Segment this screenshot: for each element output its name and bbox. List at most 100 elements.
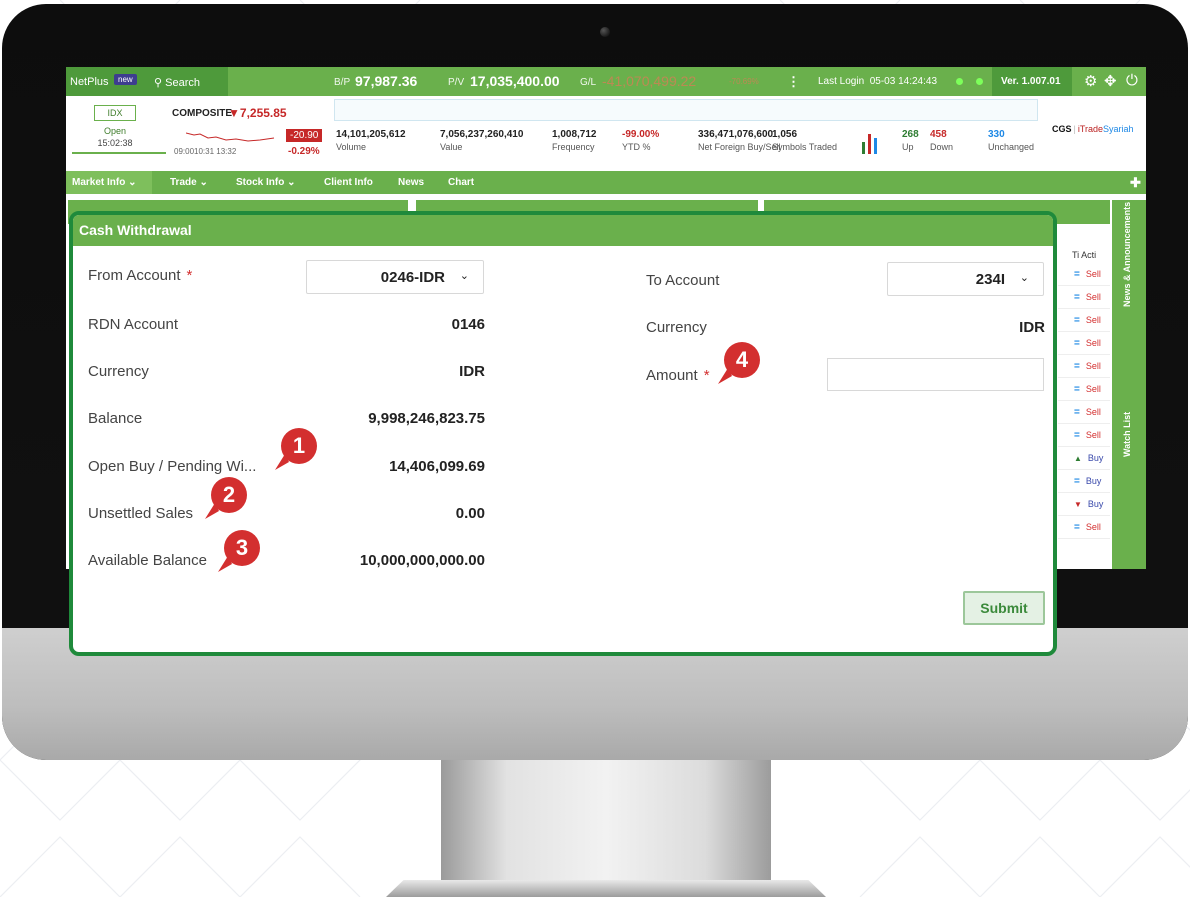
- stat-value-label: Value: [440, 142, 463, 152]
- bg-table-row[interactable]: ▼ Buy: [1058, 493, 1110, 516]
- from-account-select[interactable]: 0246-IDR ⌄: [306, 260, 484, 294]
- rdn-account-value: 0146: [451, 316, 485, 333]
- stat-net-foreign-label: Net Foreign Buy/Sell: [698, 142, 781, 152]
- top-bar: NetPlus new ⚲ Search B/P 97,987.36 P/V 1…: [66, 67, 1146, 96]
- gain-loss-value: -41,070,499.22: [602, 73, 697, 89]
- cash-withdrawal-dialog: Cash Withdrawal From Account * 0246-IDR ⌄…: [69, 211, 1057, 656]
- to-account-select[interactable]: 234I ⌄: [887, 262, 1044, 296]
- stat-symbols-label: Symbols Traded: [772, 142, 838, 152]
- power-icon[interactable]: ⏻: [1126, 72, 1138, 89]
- monitor-base: [386, 880, 826, 897]
- trend-icon: ▲: [1074, 454, 1082, 463]
- nav-trade[interactable]: Trade ⌄: [170, 177, 208, 188]
- add-icon[interactable]: ✚: [1130, 175, 1141, 191]
- trend-icon: ▼: [1074, 500, 1082, 509]
- bg-table-row[interactable]: = Sell: [1058, 401, 1110, 424]
- from-account-label-text: From Account: [88, 267, 181, 284]
- trend-icon: =: [1074, 292, 1080, 303]
- app-brand[interactable]: NetPlus: [70, 76, 109, 88]
- amount-input[interactable]: [827, 358, 1044, 391]
- submit-button[interactable]: Submit: [963, 591, 1045, 625]
- bg-table-row[interactable]: = Sell: [1058, 378, 1110, 401]
- index-value-text: 7,255.85: [239, 106, 287, 120]
- nav-market-info[interactable]: Market Info ⌄: [72, 177, 137, 188]
- tab-watch-list[interactable]: Watch List: [1122, 412, 1132, 457]
- bg-table-row[interactable]: = Sell: [1058, 309, 1110, 332]
- action-label: Sell: [1085, 522, 1101, 532]
- unsettled-sales-value: 0.00: [455, 505, 485, 522]
- stat-frequency-label: Frequency: [552, 142, 595, 152]
- stat-volume-value: 14,101,205,612: [336, 129, 406, 140]
- rdn-account-label: RDN Account: [88, 316, 179, 333]
- bg-table-row[interactable]: = Sell: [1058, 355, 1110, 378]
- menu-dots-icon[interactable]: ⋮: [787, 74, 800, 90]
- bg-table-row[interactable]: = Sell: [1058, 424, 1110, 447]
- to-account-label: To Account: [646, 272, 720, 289]
- nav-label: Trade: [170, 177, 197, 188]
- bg-table-row[interactable]: = Sell: [1058, 263, 1110, 286]
- status-dot-icon: [956, 78, 963, 85]
- new-badge: new: [114, 74, 137, 85]
- market-info-bar: IDX Open 15:02:38 COMPOSITE ▼7,255.85 09…: [66, 96, 1146, 158]
- required-mark: *: [186, 267, 193, 284]
- trend-icon: =: [1074, 476, 1080, 487]
- action-label: Sell: [1085, 384, 1101, 394]
- index-change-percent: -0.29%: [288, 146, 320, 157]
- bg-table-row[interactable]: = Buy: [1058, 470, 1110, 493]
- bg-table-row[interactable]: = Sell: [1058, 516, 1110, 539]
- marker-number: 3: [224, 530, 260, 566]
- market-status: Open: [103, 126, 127, 136]
- index-change: -20.90: [286, 129, 323, 142]
- index-value: ▼7,255.85: [228, 106, 287, 120]
- action-label: Sell: [1085, 292, 1101, 302]
- currency-value: IDR: [459, 363, 485, 380]
- trend-icon: =: [1074, 407, 1080, 418]
- nav-stock-info[interactable]: Stock Info ⌄: [236, 177, 296, 188]
- buying-power-value: 97,987.36: [355, 73, 418, 89]
- breadth-unchanged-value: 330: [988, 129, 1005, 140]
- search-icon: ⚲: [154, 77, 163, 89]
- available-balance-label: Available Balance: [88, 552, 207, 569]
- index-code[interactable]: IDX: [94, 105, 136, 121]
- breadth-up-label: Up: [902, 142, 914, 152]
- unsettled-sales-label: Unsettled Sales: [88, 505, 194, 522]
- stat-ytd-value: -99.00%: [622, 129, 660, 140]
- to-currency-label: Currency: [646, 319, 707, 336]
- logo-itrade: iTrade: [1077, 124, 1104, 134]
- last-login-value: 05-03 14:24:43: [869, 76, 937, 87]
- chevron-down-icon: ⌄: [459, 270, 469, 282]
- nav-client-info[interactable]: Client Info: [324, 177, 373, 188]
- gain-loss-percent: -70.69%: [729, 77, 759, 86]
- annotation-marker-3: 3: [218, 530, 262, 572]
- camera-icon: [600, 27, 610, 37]
- bg-table-row[interactable]: = Sell: [1058, 286, 1110, 309]
- main-nav: Market Info ⌄ Trade ⌄ Stock Info ⌄ Clien…: [66, 171, 1146, 194]
- gear-icon[interactable]: ⚙: [1084, 72, 1097, 90]
- stat-net-foreign-value: 336,471,076,600: [698, 129, 774, 140]
- search-button[interactable]: ⚲ Search: [154, 76, 200, 89]
- stat-value-value: 7,056,237,260,410: [440, 129, 524, 140]
- search-label: Search: [165, 77, 200, 89]
- bg-table-row[interactable]: = Sell: [1058, 332, 1110, 355]
- to-currency-value: IDR: [1019, 319, 1045, 336]
- action-label: Sell: [1085, 361, 1101, 371]
- buying-power-label: B/P: [334, 77, 351, 88]
- fullscreen-icon[interactable]: ✥: [1104, 72, 1117, 90]
- available-balance-value: 10,000,000,000.00: [359, 552, 485, 569]
- tab-news-announcements[interactable]: News & Announcements: [1122, 202, 1132, 307]
- bg-table-row[interactable]: ▲ Buy: [1058, 447, 1110, 470]
- open-buy-label: Open Buy / Pending Wi...: [88, 458, 257, 475]
- annotation-marker-1: 1: [275, 428, 319, 470]
- currency-label: Currency: [88, 363, 149, 380]
- logo-cgs: CGS: [1052, 124, 1072, 134]
- trend-icon: =: [1074, 338, 1080, 349]
- nav-chart[interactable]: Chart: [448, 177, 474, 188]
- action-label: Buy: [1085, 476, 1102, 486]
- sparkline-times: 09:0010:31 13:32: [174, 147, 237, 156]
- portfolio-value-label: P/V: [448, 77, 465, 88]
- logo-syariah: Syariah: [1103, 124, 1134, 134]
- dialog-title: Cash Withdrawal: [73, 215, 1053, 246]
- nav-news[interactable]: News: [398, 177, 424, 188]
- trend-icon: =: [1074, 522, 1080, 533]
- trend-icon: =: [1074, 430, 1080, 441]
